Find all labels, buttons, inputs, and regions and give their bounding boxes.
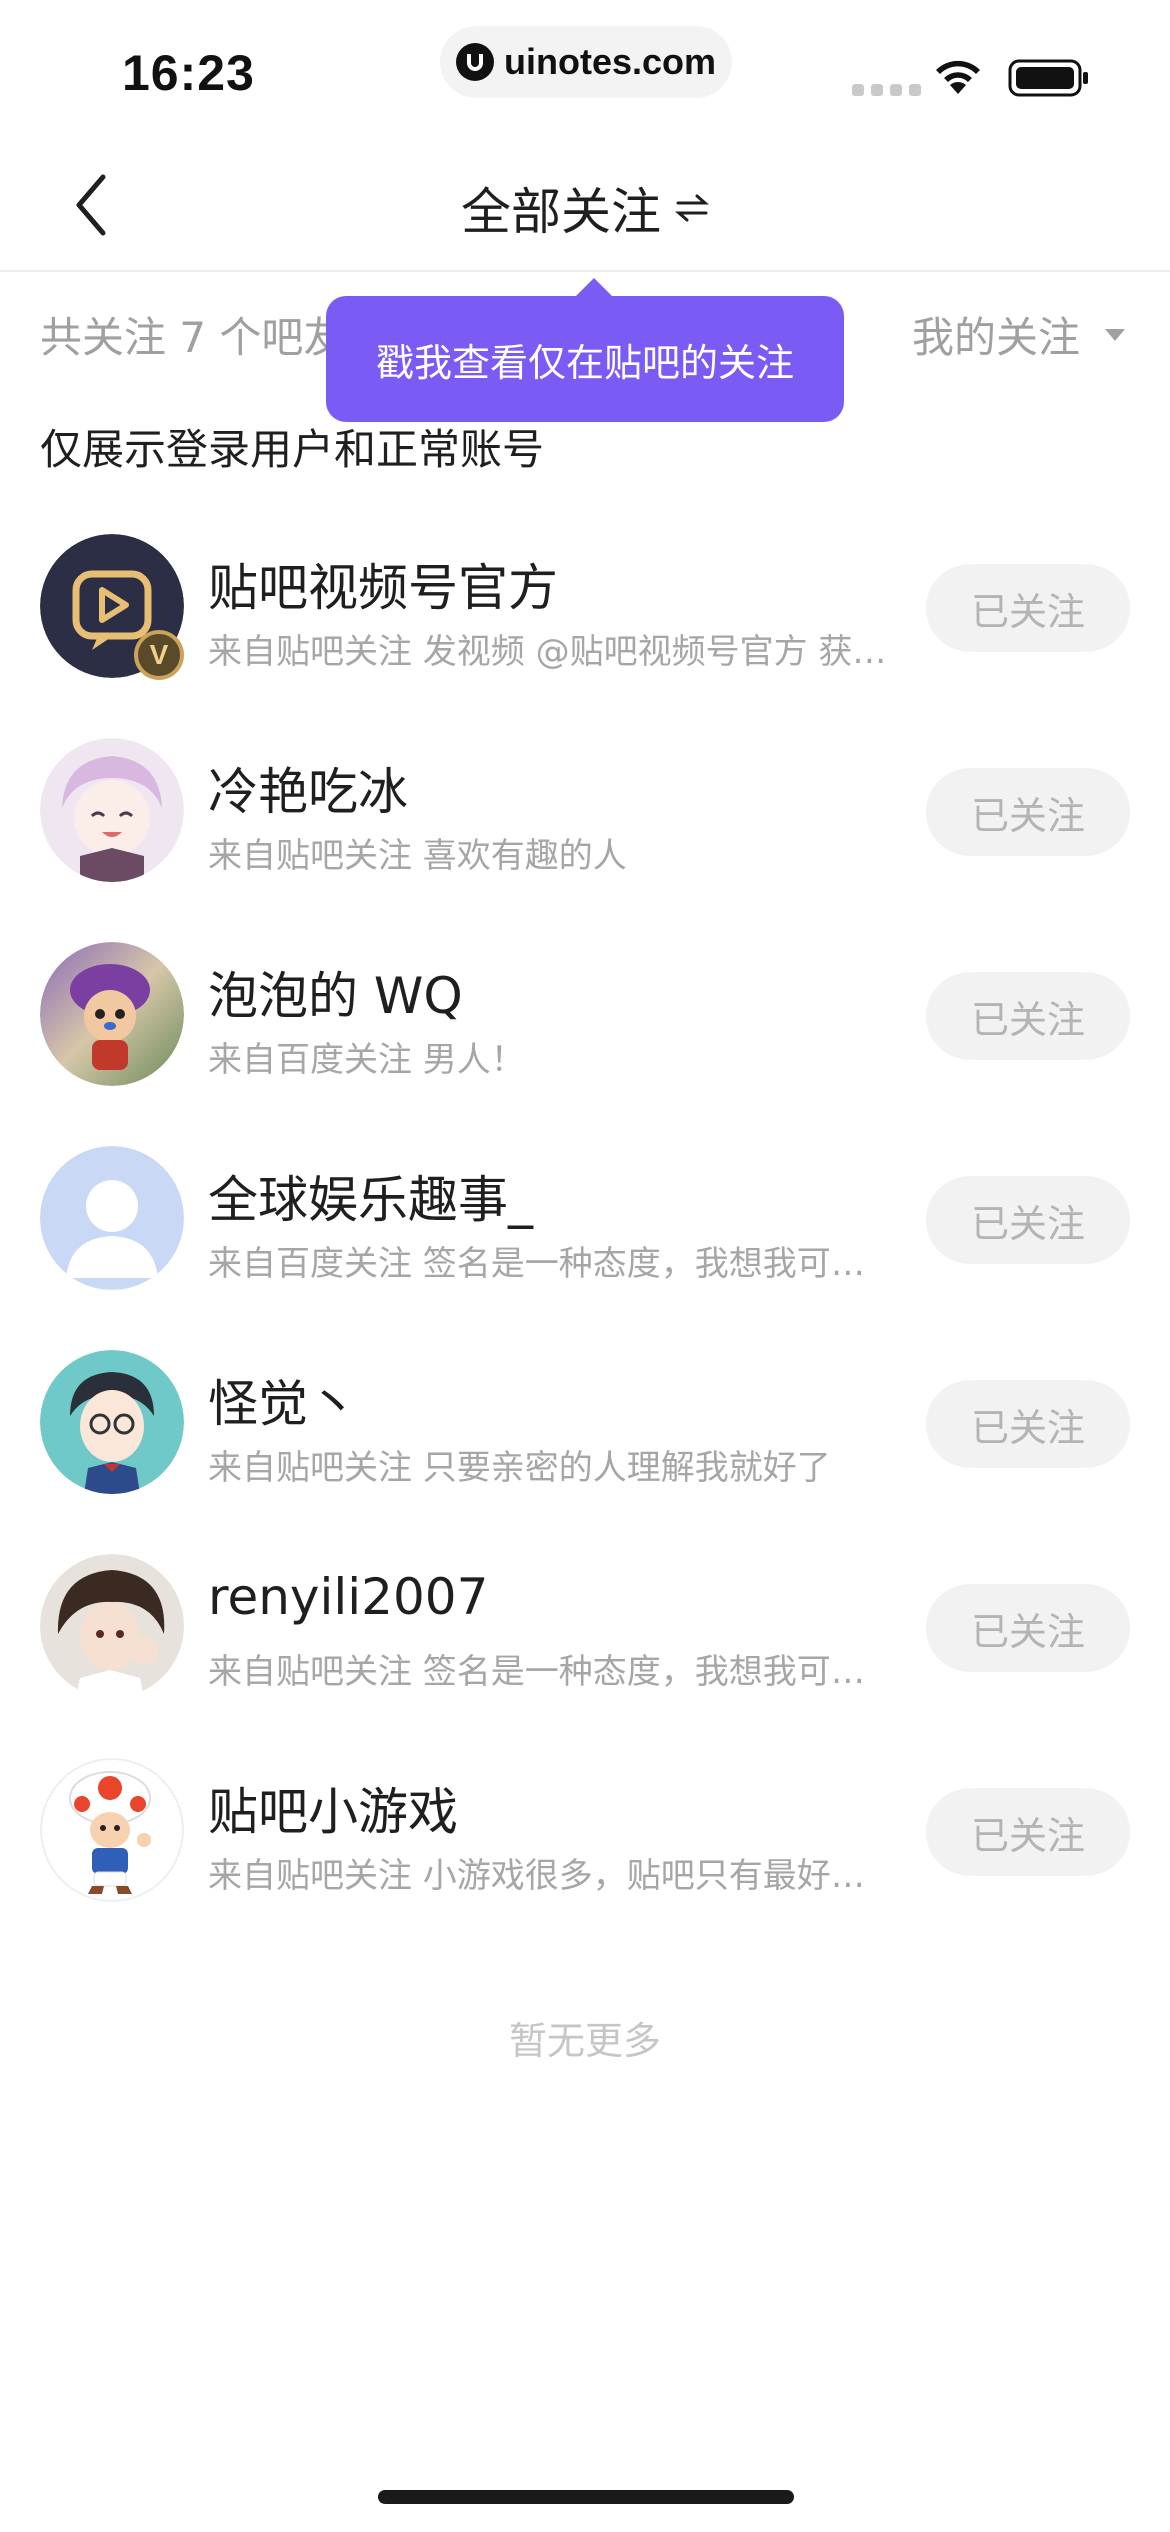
notice-text: 仅展示登录用户和正常账号: [40, 425, 545, 474]
user-subtitle: 来自百度关注 男人！: [208, 1040, 525, 1080]
followed-button[interactable]: 已关注: [926, 1788, 1130, 1876]
user-subtitle: 来自百度关注 签名是一种态度，我想我可以更酷: [208, 1244, 888, 1284]
uinotes-logo-icon: [455, 43, 494, 81]
url-pill[interactable]: uinotes.com: [440, 26, 732, 98]
follow-count: 共关注 7 个吧友: [40, 313, 346, 362]
user-subtitle: 来自贴吧关注 只要亲密的人理解我就好了: [208, 1448, 831, 1488]
user-name: 全球娱乐趣事_: [208, 1171, 533, 1229]
user-name: 贴吧小游戏: [208, 1783, 458, 1841]
user-name: renyili2007: [208, 1568, 489, 1626]
battery-icon: [1008, 59, 1088, 97]
user-subtitle: 来自贴吧关注 喜欢有趣的人: [208, 836, 627, 876]
user-name: 冷艳吃冰: [208, 763, 408, 821]
status-bar: 16:23 uinotes.com: [0, 0, 1170, 130]
filter-dropdown[interactable]: 我的关注: [912, 304, 1126, 365]
anime-boy-glasses-avatar[interactable]: [40, 1350, 184, 1494]
followed-button[interactable]: 已关注: [926, 972, 1130, 1060]
list-item[interactable]: V 贴吧视频号官方 来自贴吧关注 发视频 @贴吧视频号官方 获得流量扶持 已关注: [0, 534, 1170, 738]
user-name: 贴吧视频号官方: [208, 559, 558, 617]
verified-badge: V: [134, 630, 184, 680]
filter-dropdown-label: 我的关注: [911, 313, 1080, 362]
list-item[interactable]: 贴吧小游戏 来自贴吧关注 小游戏很多，贴吧只有最好玩的 已关注: [0, 1758, 1170, 1962]
nav-bar: 全部关注: [0, 140, 1170, 272]
user-subtitle: 来自贴吧关注 小游戏很多，贴吧只有最好玩的: [208, 1856, 888, 1896]
list-item[interactable]: 怪觉丶 来自贴吧关注 只要亲密的人理解我就好了 已关注: [0, 1350, 1170, 1554]
caret-down-icon: [1105, 328, 1125, 341]
list-item[interactable]: renyili2007 来自贴吧关注 签名是一种态度，我想我可以更酷 已关注: [0, 1554, 1170, 1758]
list-item[interactable]: 泡泡的 WQ 来自百度关注 男人！ 已关注: [0, 942, 1170, 1146]
default-person-avatar[interactable]: [40, 1146, 184, 1290]
followed-button[interactable]: 已关注: [926, 1176, 1130, 1264]
followed-button[interactable]: 已关注: [926, 1380, 1130, 1468]
user-name: 泡泡的 WQ: [208, 967, 463, 1025]
chopper-avatar[interactable]: [40, 942, 184, 1086]
home-indicator[interactable]: [378, 2490, 794, 2504]
signal-icon: [852, 84, 921, 96]
nav-title-switch[interactable]: 全部关注: [0, 172, 1170, 244]
tooltip-text: 戳我查看仅在贴吧的关注: [375, 340, 794, 385]
followed-button[interactable]: 已关注: [926, 768, 1130, 856]
anime-boy-avatar[interactable]: [40, 1554, 184, 1698]
end-of-list-text: 暂无更多: [508, 2019, 661, 2063]
tooltip[interactable]: 戳我查看仅在贴吧的关注: [326, 278, 844, 422]
mushroom-toad-avatar[interactable]: [40, 1758, 184, 1902]
anime-girl-avatar[interactable]: [40, 738, 184, 882]
followed-button[interactable]: 已关注: [926, 1584, 1130, 1672]
followed-button[interactable]: 已关注: [926, 564, 1130, 652]
follow-list: V 贴吧视频号官方 来自贴吧关注 发视频 @贴吧视频号官方 获得流量扶持 已关注…: [0, 534, 1170, 1962]
wifi-icon: [936, 60, 980, 94]
user-subtitle: 来自贴吧关注 签名是一种态度，我想我可以更酷: [208, 1652, 888, 1692]
list-item[interactable]: 全球娱乐趣事_ 来自百度关注 签名是一种态度，我想我可以更酷 已关注: [0, 1146, 1170, 1350]
page-title: 全部关注: [461, 183, 661, 241]
user-subtitle: 来自贴吧关注 发视频 @贴吧视频号官方 获得流量扶持: [208, 632, 888, 672]
url-text: uinotes.com: [503, 41, 717, 82]
list-item[interactable]: 冷艳吃冰 来自贴吧关注 喜欢有趣的人 已关注: [0, 738, 1170, 942]
user-name: 怪觉丶: [208, 1375, 358, 1433]
swap-icon: [675, 194, 709, 222]
status-time: 16:23: [122, 45, 255, 101]
